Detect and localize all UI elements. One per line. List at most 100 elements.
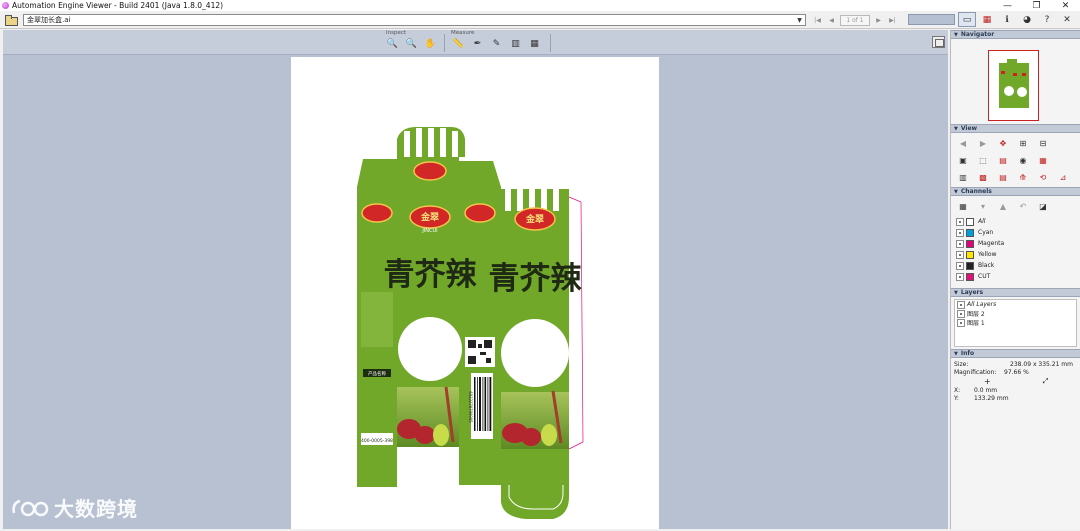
right-toolbar: ▭ ▦ ℹ ◕ ? ✕ xyxy=(958,12,1076,27)
channel-row[interactable]: All xyxy=(951,216,1080,227)
fit-width-icon[interactable]: ⊞ xyxy=(1013,135,1033,151)
next-page-button[interactable]: ▶ xyxy=(873,15,884,26)
eye-icon[interactable] xyxy=(956,272,964,281)
layer-row[interactable]: 图层 1 xyxy=(955,318,1076,327)
channel-row[interactable]: Black xyxy=(951,260,1080,271)
channel-row[interactable]: Cyan xyxy=(951,227,1080,238)
panel-title: Navigator xyxy=(960,31,995,38)
eye-icon[interactable] xyxy=(957,309,965,318)
eye-icon[interactable] xyxy=(956,217,964,226)
channel-undo-icon[interactable]: ↶ xyxy=(1013,198,1033,214)
rotate-left-icon[interactable]: ◀ xyxy=(953,135,973,151)
ruler-icon[interactable]: 📏 xyxy=(450,36,467,51)
view-panel-header[interactable]: ▼ View xyxy=(951,124,1080,133)
angle-icon[interactable]: ▤ xyxy=(993,169,1013,185)
zoom-in-icon[interactable]: 🔍 xyxy=(384,36,401,51)
close-button[interactable]: ✕ xyxy=(1051,0,1080,11)
channel-row[interactable]: Magenta xyxy=(951,238,1080,249)
layer-list: All Layers 图层 2 图层 1 xyxy=(954,299,1077,347)
compare-icon[interactable]: ▥ xyxy=(953,169,973,185)
info-icons-row: + ⤢ xyxy=(951,376,1080,386)
eye-icon[interactable] xyxy=(956,239,964,248)
densitometer-icon[interactable]: ✎ xyxy=(488,36,505,51)
layers-panel-header[interactable]: ▼ Layers xyxy=(951,288,1080,297)
info-label: Size: xyxy=(954,360,969,368)
zoom-out-icon[interactable]: 🔍 xyxy=(403,36,420,51)
title-bar: Automation Engine Viewer - Build 2401 (J… xyxy=(0,0,1080,11)
page-indicator[interactable]: 1 of 1 xyxy=(840,14,870,26)
chevron-down-icon[interactable]: ▼ xyxy=(795,16,804,24)
channel-up-icon[interactable]: ▲ xyxy=(993,198,1013,214)
panel-title: View xyxy=(960,125,978,132)
info-label: Y: xyxy=(954,394,959,402)
crosshair-icon[interactable]: ⟲ xyxy=(1033,169,1053,185)
area-coverage-icon[interactable]: ▦ xyxy=(526,36,543,51)
info-value: 97.66 % xyxy=(1004,368,1029,376)
eye-icon[interactable] xyxy=(956,228,964,237)
layer-row[interactable]: 图层 2 xyxy=(955,309,1076,318)
collapse-triangle-icon: ▼ xyxy=(954,350,958,357)
first-page-button[interactable]: |◀ xyxy=(812,15,823,26)
product-name-label: 产品名称 xyxy=(368,370,386,377)
panel-toggle-button[interactable] xyxy=(932,36,945,48)
navigator-panel[interactable] xyxy=(951,39,1080,124)
pan-hand-icon[interactable]: ✋ xyxy=(422,36,439,51)
separations-icon[interactable]: ▦ xyxy=(978,12,996,27)
open-folder-icon[interactable] xyxy=(5,15,18,26)
maximize-button[interactable]: ❐ xyxy=(1022,0,1051,11)
view-mode-icon[interactable]: ▭ xyxy=(958,12,976,27)
grid-icon[interactable]: ▦ xyxy=(1033,152,1053,168)
globe-icon[interactable]: ◕ xyxy=(1018,12,1036,27)
trim-box-icon[interactable]: ⬚ xyxy=(973,152,993,168)
text-select-icon[interactable]: ▥ xyxy=(507,36,524,51)
layer-row[interactable]: All Layers xyxy=(955,300,1076,309)
media-box-icon[interactable]: ▣ xyxy=(953,152,973,168)
info-panel: Size: 238.09 x 335.21 mm Magnification: 97… xyxy=(951,358,1080,402)
eye-icon[interactable] xyxy=(957,318,965,327)
bleed-box-icon[interactable]: ▤ xyxy=(993,152,1013,168)
info-x-row: X: 0.0 mm xyxy=(951,386,1080,394)
info-icon[interactable]: ℹ xyxy=(998,12,1016,27)
toolbar-divider xyxy=(550,34,551,52)
layer-name: 图层 1 xyxy=(967,320,985,327)
fit-page-icon[interactable]: ⊟ xyxy=(1033,135,1053,151)
prev-page-button[interactable]: ◀ xyxy=(826,15,837,26)
zoom-field[interactable] xyxy=(908,14,955,25)
channel-row[interactable]: CUT xyxy=(951,271,1080,282)
info-value: 238.09 x 335.21 mm xyxy=(1010,360,1073,368)
last-page-button[interactable]: ▶| xyxy=(887,15,898,26)
channel-grid-icon[interactable]: ▦ xyxy=(953,198,973,214)
channel-swatch xyxy=(966,239,974,248)
help-icon[interactable]: ? xyxy=(1038,12,1056,27)
eye-icon[interactable] xyxy=(956,261,964,270)
channel-contrast-icon[interactable]: ◪ xyxy=(1033,198,1053,214)
document-viewer[interactable]: Inspect 🔍 🔍 ✋ Measure 📏 ✒ ✎ ▥ ▦ 金翠 金翠 JI… xyxy=(3,30,948,529)
minimize-button[interactable]: — xyxy=(993,0,1022,11)
color-picker-icon[interactable]: ✒ xyxy=(469,36,486,51)
collapse-triangle-icon: ▼ xyxy=(954,125,958,132)
info-y-row: Y: 133.29 mm xyxy=(951,394,1080,402)
product-title: 青芥辣 xyxy=(384,257,478,293)
brand-logo-text: 金翠 xyxy=(525,213,544,225)
rotate-right-icon[interactable]: ▶ xyxy=(973,135,993,151)
channel-name: Black xyxy=(978,262,995,269)
panel-title: Info xyxy=(960,350,975,357)
layers-toggle-icon[interactable]: ▩ xyxy=(973,169,993,185)
navigator-thumbnail[interactable] xyxy=(988,50,1039,121)
overprint-icon[interactable]: ◉ xyxy=(1013,152,1033,168)
file-selector[interactable]: 金翠加长盒.ai ▼ xyxy=(23,14,806,26)
info-panel-header[interactable]: ▼ Info xyxy=(951,349,1080,358)
channels-panel-header[interactable]: ▼ Channels xyxy=(951,187,1080,196)
scatter-icon[interactable]: ⊿ xyxy=(1053,169,1073,185)
eye-icon[interactable] xyxy=(957,300,965,309)
channel-down-icon[interactable]: ▾ xyxy=(973,198,993,214)
close-icon[interactable]: ✕ xyxy=(1058,12,1076,27)
main-toolbar: 金翠加长盒.ai ▼ |◀ ◀ 1 of 1 ▶ ▶| ▭ ▦ ℹ ◕ ? ✕ xyxy=(0,11,1080,29)
move-icon[interactable]: ✥ xyxy=(993,135,1013,151)
eye-icon[interactable] xyxy=(956,250,964,259)
navigator-panel-header[interactable]: ▼ Navigator xyxy=(951,30,1080,39)
channel-row[interactable]: Yellow xyxy=(951,249,1080,260)
app-icon xyxy=(2,2,9,9)
brand-en-text: JINCUI xyxy=(421,228,437,234)
dimension-icon[interactable]: ⟰ xyxy=(1013,169,1033,185)
